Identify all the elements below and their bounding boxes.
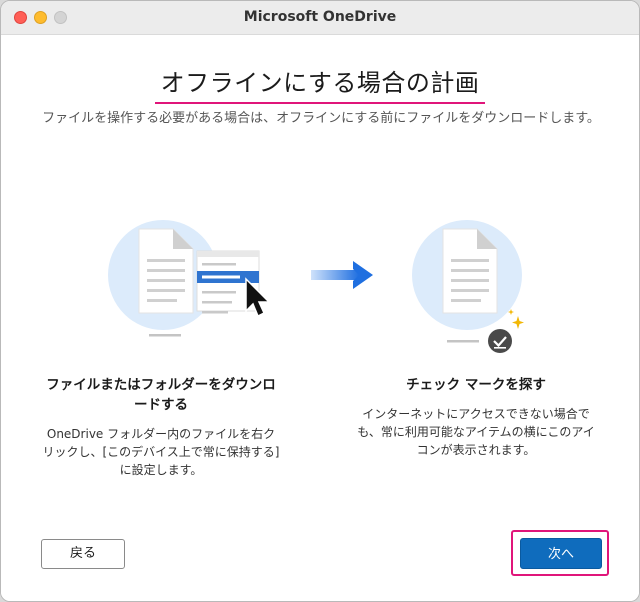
download-file-illustration xyxy=(108,220,271,337)
next-button[interactable]: 次へ xyxy=(520,538,602,569)
right-arrow-icon xyxy=(311,261,373,289)
sparkle-icon xyxy=(512,316,524,329)
page-subtitle: ファイルを操作する必要がある場合は、オフラインにする前にファイルをダウンロードし… xyxy=(42,111,600,126)
window-title: Microsoft OneDrive xyxy=(243,9,397,25)
page-heading: オフラインにする場合の計画 xyxy=(154,63,486,104)
step-1-title: ファイルまたはフォルダーをダウンロードする xyxy=(46,377,276,413)
step-1-description: OneDrive フォルダー内のファイルを右クリックし、[このデバイス上で常に保… xyxy=(42,427,280,477)
onedrive-window: Microsoft OneDrive オフラインにする場合の計画 ファイルを操作… xyxy=(0,0,640,602)
always-available-check-icon xyxy=(488,329,512,353)
back-button[interactable]: 戻る xyxy=(41,539,125,569)
title-bar: Microsoft OneDrive xyxy=(1,1,639,35)
step-2-description: インターネットにアクセスできない場合でも、常に利用可能なアイテムの横にこのアイコ… xyxy=(357,407,595,457)
step-2-title: チェック マークを探す xyxy=(406,377,546,393)
check-mark-illustration xyxy=(412,220,524,353)
setup-page: オフラインにする場合の計画 ファイルを操作する必要がある場合は、オフラインにする… xyxy=(1,35,639,601)
